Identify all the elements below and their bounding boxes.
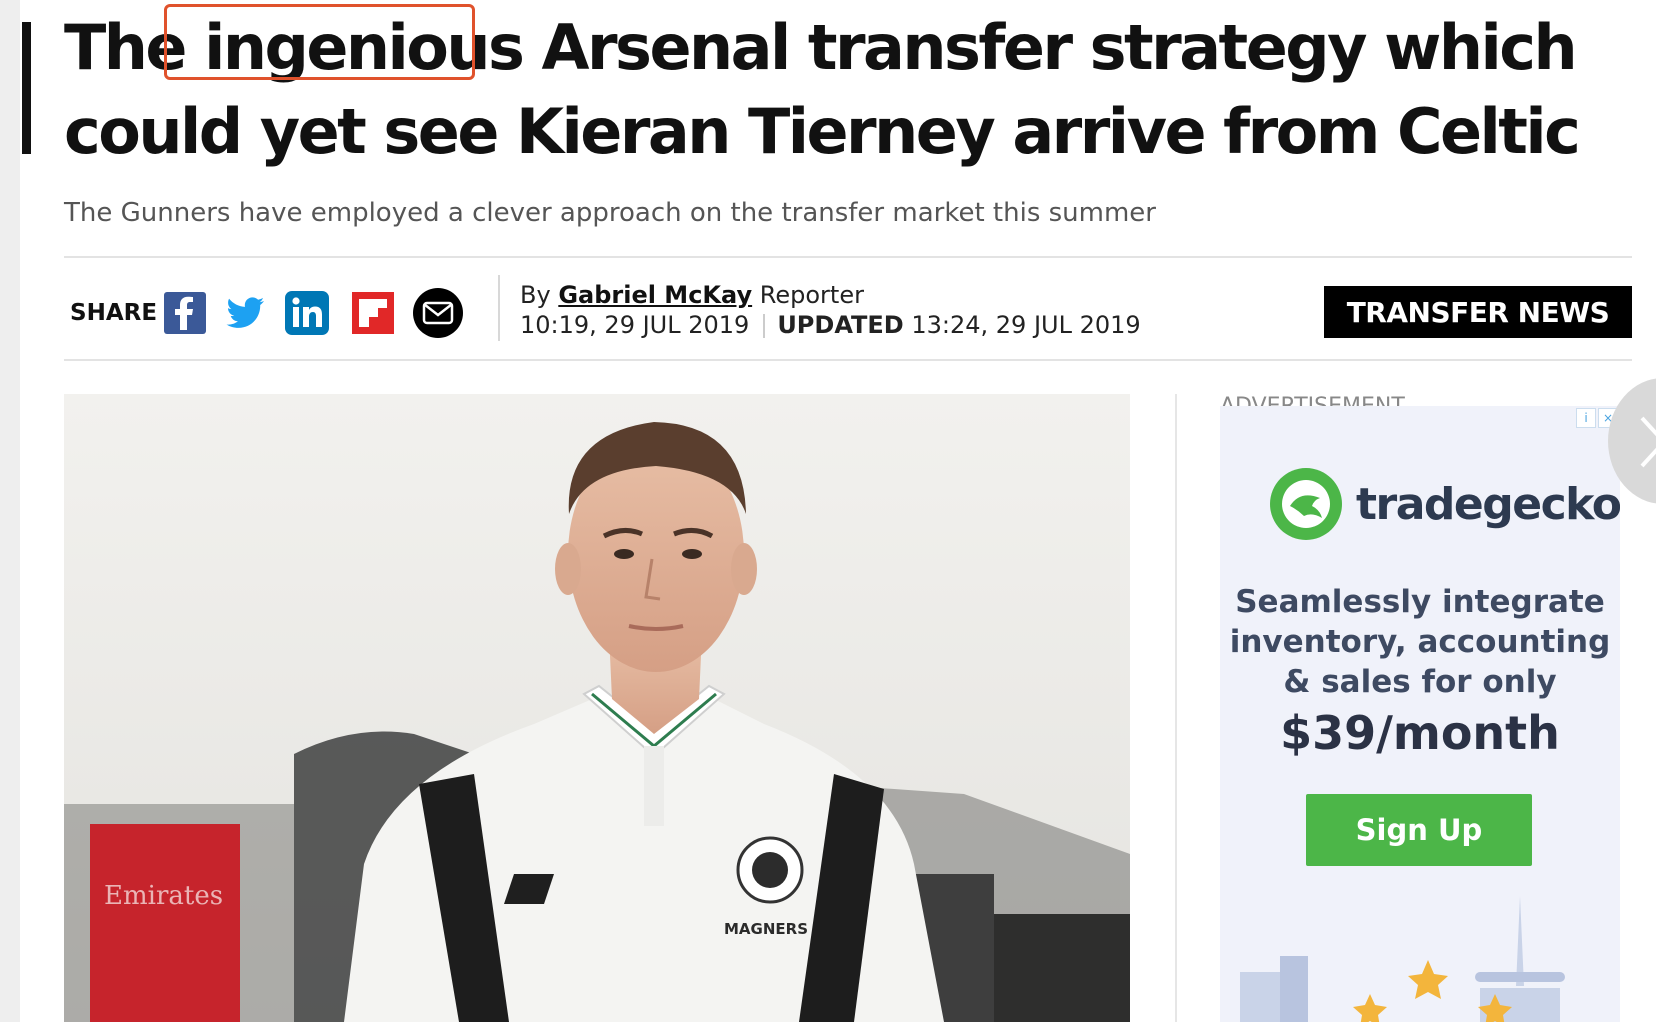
linkedin-share-button[interactable] bbox=[284, 290, 330, 336]
tradegecko-logo: tradegecko bbox=[1268, 466, 1620, 542]
ad-copy-line1: Seamlessly integrate bbox=[1235, 584, 1605, 620]
transfer-news-tag-button[interactable]: TRANSFER NEWS bbox=[1324, 286, 1632, 338]
date-separator bbox=[763, 314, 766, 338]
facebook-icon bbox=[164, 292, 206, 334]
article-hero-image[interactable]: MAGNERS Emirates bbox=[64, 394, 1130, 1022]
linkedin-icon bbox=[285, 291, 329, 335]
twitter-icon bbox=[226, 297, 264, 328]
headline-accent-bar bbox=[22, 22, 31, 154]
player-photo: MAGNERS Emirates bbox=[64, 394, 1130, 1022]
email-share-button[interactable] bbox=[412, 287, 464, 339]
ad-copy: Seamlessly integrate inventory, accounti… bbox=[1220, 582, 1620, 702]
flipboard-share-button[interactable] bbox=[350, 290, 396, 336]
ad-copy-line3: & sales for only bbox=[1283, 664, 1557, 700]
sidebar-divider bbox=[1175, 394, 1177, 1022]
sign-up-button[interactable]: Sign Up bbox=[1306, 794, 1532, 866]
stadium-banner-text: Emirates bbox=[104, 881, 223, 911]
flipboard-icon bbox=[352, 292, 394, 334]
ad-brand-name: tradegecko bbox=[1356, 478, 1620, 530]
meta-divider bbox=[498, 275, 500, 341]
facebook-share-button[interactable] bbox=[162, 290, 208, 336]
page-left-gutter bbox=[0, 0, 20, 1022]
gecko-logo-icon bbox=[1270, 468, 1342, 540]
chevron-right-icon bbox=[1640, 416, 1656, 468]
author-role: Reporter bbox=[759, 281, 864, 309]
tradegecko-advert[interactable]: i × tradegecko Seamlessly integrate inve… bbox=[1220, 406, 1620, 1022]
shirt-sponsor-text: MAGNERS bbox=[724, 920, 808, 938]
divider-bottom bbox=[64, 359, 1632, 361]
article-dates: 10:19, 29 JUL 2019 UPDATED 13:24, 29 JUL … bbox=[520, 310, 1141, 340]
share-label: SHARE bbox=[70, 300, 158, 326]
highlight-box-ingenious bbox=[164, 4, 475, 80]
ad-copy-line2: inventory, accounting bbox=[1229, 624, 1611, 660]
ad-price: $39/month bbox=[1280, 706, 1560, 760]
author-link[interactable]: Gabriel McKay bbox=[558, 281, 752, 309]
updated-time: 13:24, 29 JUL 2019 bbox=[911, 311, 1141, 339]
published-time: 10:19, 29 JUL 2019 bbox=[520, 311, 750, 339]
ad-illustration bbox=[1240, 896, 1565, 1022]
byline-prefix: By bbox=[520, 281, 551, 309]
email-icon bbox=[413, 288, 463, 338]
byline: By Gabriel McKay Reporter bbox=[520, 280, 864, 310]
divider-top bbox=[64, 256, 1632, 258]
article-standfirst: The Gunners have employed a clever appro… bbox=[64, 198, 1156, 228]
updated-label: UPDATED bbox=[777, 311, 904, 339]
ad-info-icon[interactable]: i bbox=[1576, 408, 1596, 428]
twitter-share-button[interactable] bbox=[222, 290, 268, 336]
